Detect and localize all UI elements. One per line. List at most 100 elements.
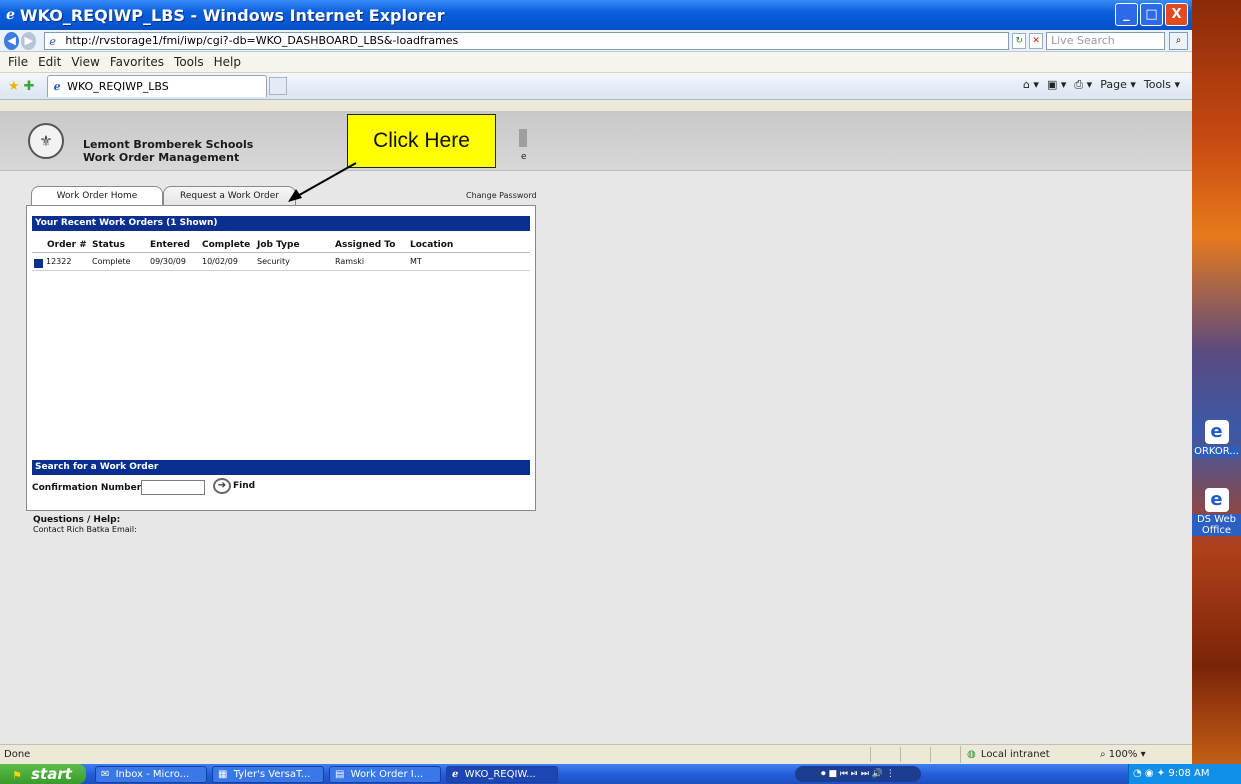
find-button[interactable]: ➔ Find [213,478,255,494]
media-player-controls[interactable]: ⏺ ■ ⏮ ⏯ ⏭ 🔊 ⋮ [795,766,921,782]
print-icon[interactable]: ⎙ ▾ [1074,78,1092,92]
col-status: Status [92,240,125,250]
menu-help[interactable]: Help [214,55,241,69]
col-complete: Complete [202,240,251,250]
status-bar: Done ◍ Local intranet ⌕ 100% ▾ [0,744,1192,764]
menu-tools[interactable]: Tools [174,55,204,69]
stop-button[interactable]: ✕ [1029,32,1043,49]
zoom-level[interactable]: ⌕ 100% ▾ [1100,749,1146,760]
status-divider [870,747,871,762]
new-tab-button[interactable] [268,77,287,95]
task-label: WKO_REQIW... [464,769,536,780]
cell-assigned-to: Ramski [335,257,365,266]
callout-arrow-icon [288,162,357,202]
feeds-icon[interactable]: ▣ ▾ [1047,78,1066,92]
app-icon: ▦ [218,769,228,780]
page-menu[interactable]: Page ▾ [1100,78,1136,92]
cell-status: Complete [92,257,131,266]
status-text: Done [4,749,31,760]
school-seal-logo: ⚜ [28,123,64,159]
tab-work-order-home[interactable]: Work Order Home [31,186,163,206]
menu-file[interactable]: File [8,55,28,69]
intranet-globe-icon: ◍ [967,749,976,760]
url-field[interactable]: ℯ http://rvstorage1/fmi/iwp/cgi?-db=WKO_… [44,31,1010,50]
tab-request-work-order[interactable]: Request a Work Order [163,186,296,206]
zoom-value: 100% [1108,749,1138,760]
windows-flag-icon: ⚑ [12,769,22,782]
zone-label: Local intranet [980,749,1050,760]
clock: 9:08 AM [1168,768,1210,779]
confirmation-number-label: Confirmation Number [32,483,142,493]
browser-tab[interactable]: ℯ WKO_REQIWP_LBS [46,75,267,97]
live-search-input[interactable]: Live Search [1046,31,1166,50]
desktop-shortcut-workorder[interactable]: e ORKOR... [1192,420,1241,457]
cell-order: 12322 [46,257,72,266]
home-icon[interactable]: ⌂ ▾ [1023,78,1039,92]
confirmation-number-input[interactable] [141,480,205,495]
command-bar: ⌂ ▾ ▣ ▾ ⎙ ▾ Page ▾ Tools ▾ [1023,78,1180,92]
header-partial-text: e [521,152,527,162]
ie-task-icon: ℯ [452,769,459,780]
desktop-shortcut-ds-web-office[interactable]: e DS Web Office [1192,488,1241,536]
desktop-shortcut-label: ORKOR... [1193,446,1240,457]
desktop-background: e ORKOR... e DS Web Office [1192,0,1241,784]
maximize-button[interactable]: □ [1140,3,1163,26]
table-header: Order # Status Entered Complete Job Type… [32,240,530,253]
security-zone: ◍ Local intranet [960,746,1068,763]
taskbar: ⚑ start ✉ Inbox - Micro... ▦ Tyler's Ver… [0,764,1241,784]
col-order: Order # [47,240,87,250]
forward-button[interactable]: ▶ [21,31,37,50]
app-subtitle: Work Order Management [83,151,240,164]
school-name: Lemont Bromberek Schools [83,138,254,151]
start-button[interactable]: ⚑ start [0,764,86,784]
find-arrow-icon: ➔ [213,478,231,494]
page-icon: ℯ [49,34,56,48]
search-heading: Search for a Work Order [32,460,530,475]
ie-shortcut-icon: e [1204,488,1229,512]
cell-complete: 10/02/09 [202,257,238,266]
click-here-callout: Click Here [347,114,496,168]
task-work-order[interactable]: ▤ Work Order I... [329,766,441,783]
table-row[interactable]: 12322 Complete 09/30/09 10/02/09 Securit… [32,257,530,271]
header-divider [519,129,527,147]
tray-icons[interactable]: ◔ ◉ ✦ [1133,768,1165,779]
school-title-block: Lemont Bromberek Schools Work Order Mana… [83,138,253,164]
page-content: ⚜ Lemont Bromberek Schools Work Order Ma… [0,111,1192,744]
task-inbox[interactable]: ✉ Inbox - Micro... [95,766,207,783]
minimize-button[interactable]: _ [1115,3,1138,26]
task-wko-reqiwp[interactable]: ℯ WKO_REQIW... [446,766,558,783]
recent-orders-heading: Your Recent Work Orders (1 Shown) [32,216,530,231]
cell-location: MT [410,257,422,266]
help-contact: Contact Rich Batka Email: [33,525,137,534]
change-password-link[interactable]: Change Password [466,191,537,200]
close-button[interactable]: X [1165,3,1188,26]
add-favorites-icon[interactable]: ✚ [24,79,35,94]
desktop-shortcut-label: DS Web Office [1192,514,1241,536]
find-label: Find [233,481,256,491]
col-entered: Entered [150,240,190,250]
ie-shortcut-icon: e [1204,420,1229,444]
refresh-button[interactable]: ↻ [1012,32,1027,49]
menu-view[interactable]: View [71,55,99,69]
col-job-type: Job Type [257,240,300,250]
menu-bar: File Edit View Favorites Tools Help [0,52,1192,73]
help-title: Questions / Help: [33,515,121,525]
browser-tab-label: WKO_REQIWP_LBS [67,80,169,93]
window-title: WKO_REQIWP_LBS - Windows Internet Explor… [19,5,445,25]
document-icon: ▤ [335,769,345,780]
menu-edit[interactable]: Edit [38,55,61,69]
task-label: Tyler's VersaT... [233,769,311,780]
search-icon[interactable]: ⌕ [1169,31,1188,50]
title-bar[interactable]: ℯ WKO_REQIWP_LBS - Windows Internet Expl… [0,0,1192,30]
outlook-icon: ✉ [101,769,110,780]
favorites-star-icon[interactable]: ★ [8,79,20,94]
tools-menu[interactable]: Tools ▾ [1144,78,1180,92]
back-button[interactable]: ◀ [4,31,20,50]
work-order-tabs: Work Order Home Request a Work Order [31,186,296,206]
menu-favorites[interactable]: Favorites [110,55,164,69]
ie-tab-icon: ℯ [53,80,61,93]
help-section: Questions / Help: Contact Rich Batka Ema… [33,515,137,535]
task-versatrans[interactable]: ▦ Tyler's VersaT... [212,766,324,783]
col-assigned-to: Assigned To [335,240,396,250]
col-location: Location [410,240,454,250]
